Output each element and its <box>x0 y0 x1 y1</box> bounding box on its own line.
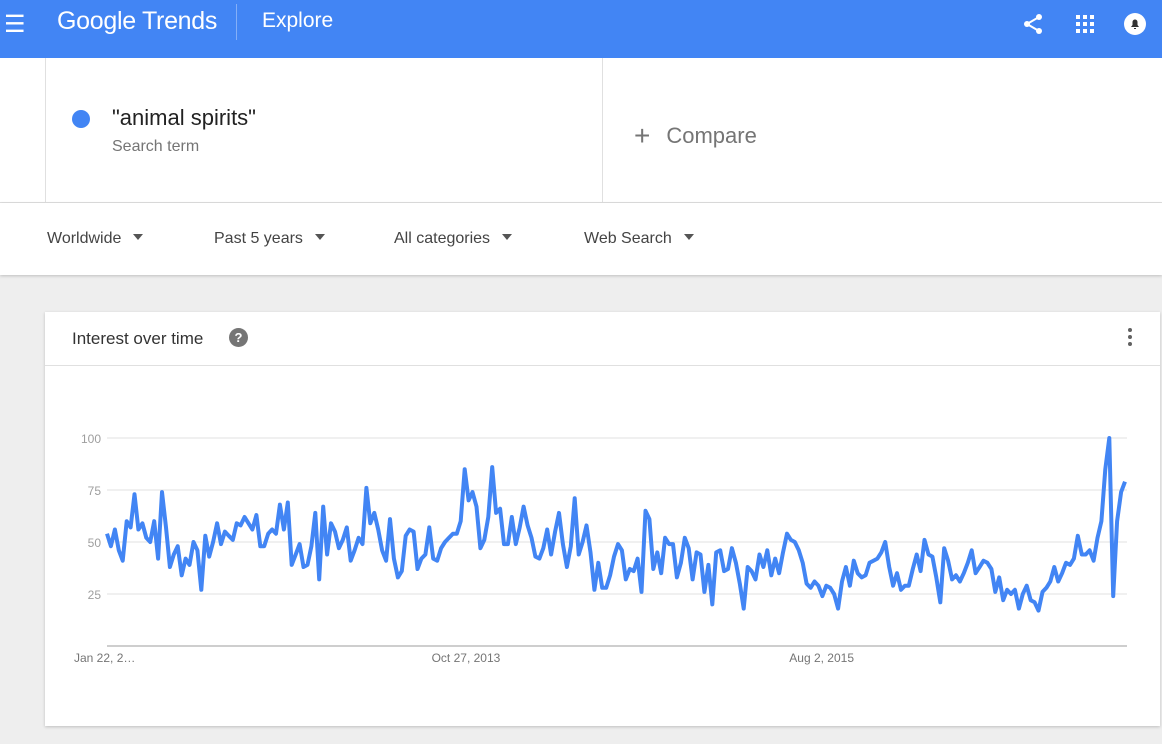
category-dropdown[interactable]: All categories <box>394 230 513 248</box>
category-label: All categories <box>394 230 491 247</box>
caret-down-icon <box>314 234 325 240</box>
compare-button[interactable]: + Compare <box>634 120 757 152</box>
share-icon[interactable] <box>1021 12 1045 36</box>
search-term[interactable]: "animal spirits" <box>112 105 256 131</box>
time-range-label: Past 5 years <box>214 230 303 247</box>
series-line <box>105 436 1127 613</box>
x-tick-label: Jan 22, 2… <box>74 651 135 665</box>
y-tick-label: 75 <box>88 484 102 498</box>
region-dropdown[interactable]: Worldwide <box>47 230 144 248</box>
search-type-dropdown[interactable]: Web Search <box>584 230 694 248</box>
search-type-label: Web Search <box>584 230 672 247</box>
y-tick-label: 25 <box>88 588 102 602</box>
apps-grid-icon[interactable] <box>1073 12 1097 36</box>
caret-down-icon <box>502 234 513 240</box>
region-label: Worldwide <box>47 230 122 247</box>
interest-chart[interactable]: 25 50 75 100 Jan 22, 2… Oct 27, 2013 Aug 2, 20… <box>45 366 1160 726</box>
filter-bar: Worldwide Past 5 years All categories We… <box>0 203 1162 275</box>
page-title: Explore <box>262 9 334 32</box>
divider <box>236 4 237 40</box>
more-options-icon[interactable] <box>1128 328 1132 349</box>
search-term-type: Search term <box>112 138 200 155</box>
top-app-bar: ☰ Google Trends Explore <box>0 0 1162 58</box>
y-tick-label: 100 <box>81 432 101 446</box>
caret-down-icon <box>683 234 694 240</box>
menu-icon[interactable]: ☰ <box>4 10 26 39</box>
x-tick-label: Aug 2, 2015 <box>789 651 854 665</box>
help-icon[interactable]: ? <box>229 328 248 347</box>
notifications-icon[interactable] <box>1123 12 1147 36</box>
caret-down-icon <box>133 234 144 240</box>
app-logo[interactable]: Google Trends <box>57 7 217 36</box>
plus-icon: + <box>634 120 651 151</box>
interest-over-time-card: Interest over time ? 25 50 75 100 Jan 22, 2…… <box>45 312 1160 726</box>
search-term-card[interactable]: "animal spirits" Search term <box>45 58 603 203</box>
x-tick-label: Oct 27, 2013 <box>432 651 501 665</box>
term-color-dot <box>72 110 90 128</box>
time-range-dropdown[interactable]: Past 5 years <box>214 230 325 248</box>
card-title: Interest over time <box>72 329 204 348</box>
y-tick-label: 50 <box>88 536 102 550</box>
compare-label: Compare <box>666 123 757 148</box>
card-header: Interest over time ? <box>45 312 1160 366</box>
